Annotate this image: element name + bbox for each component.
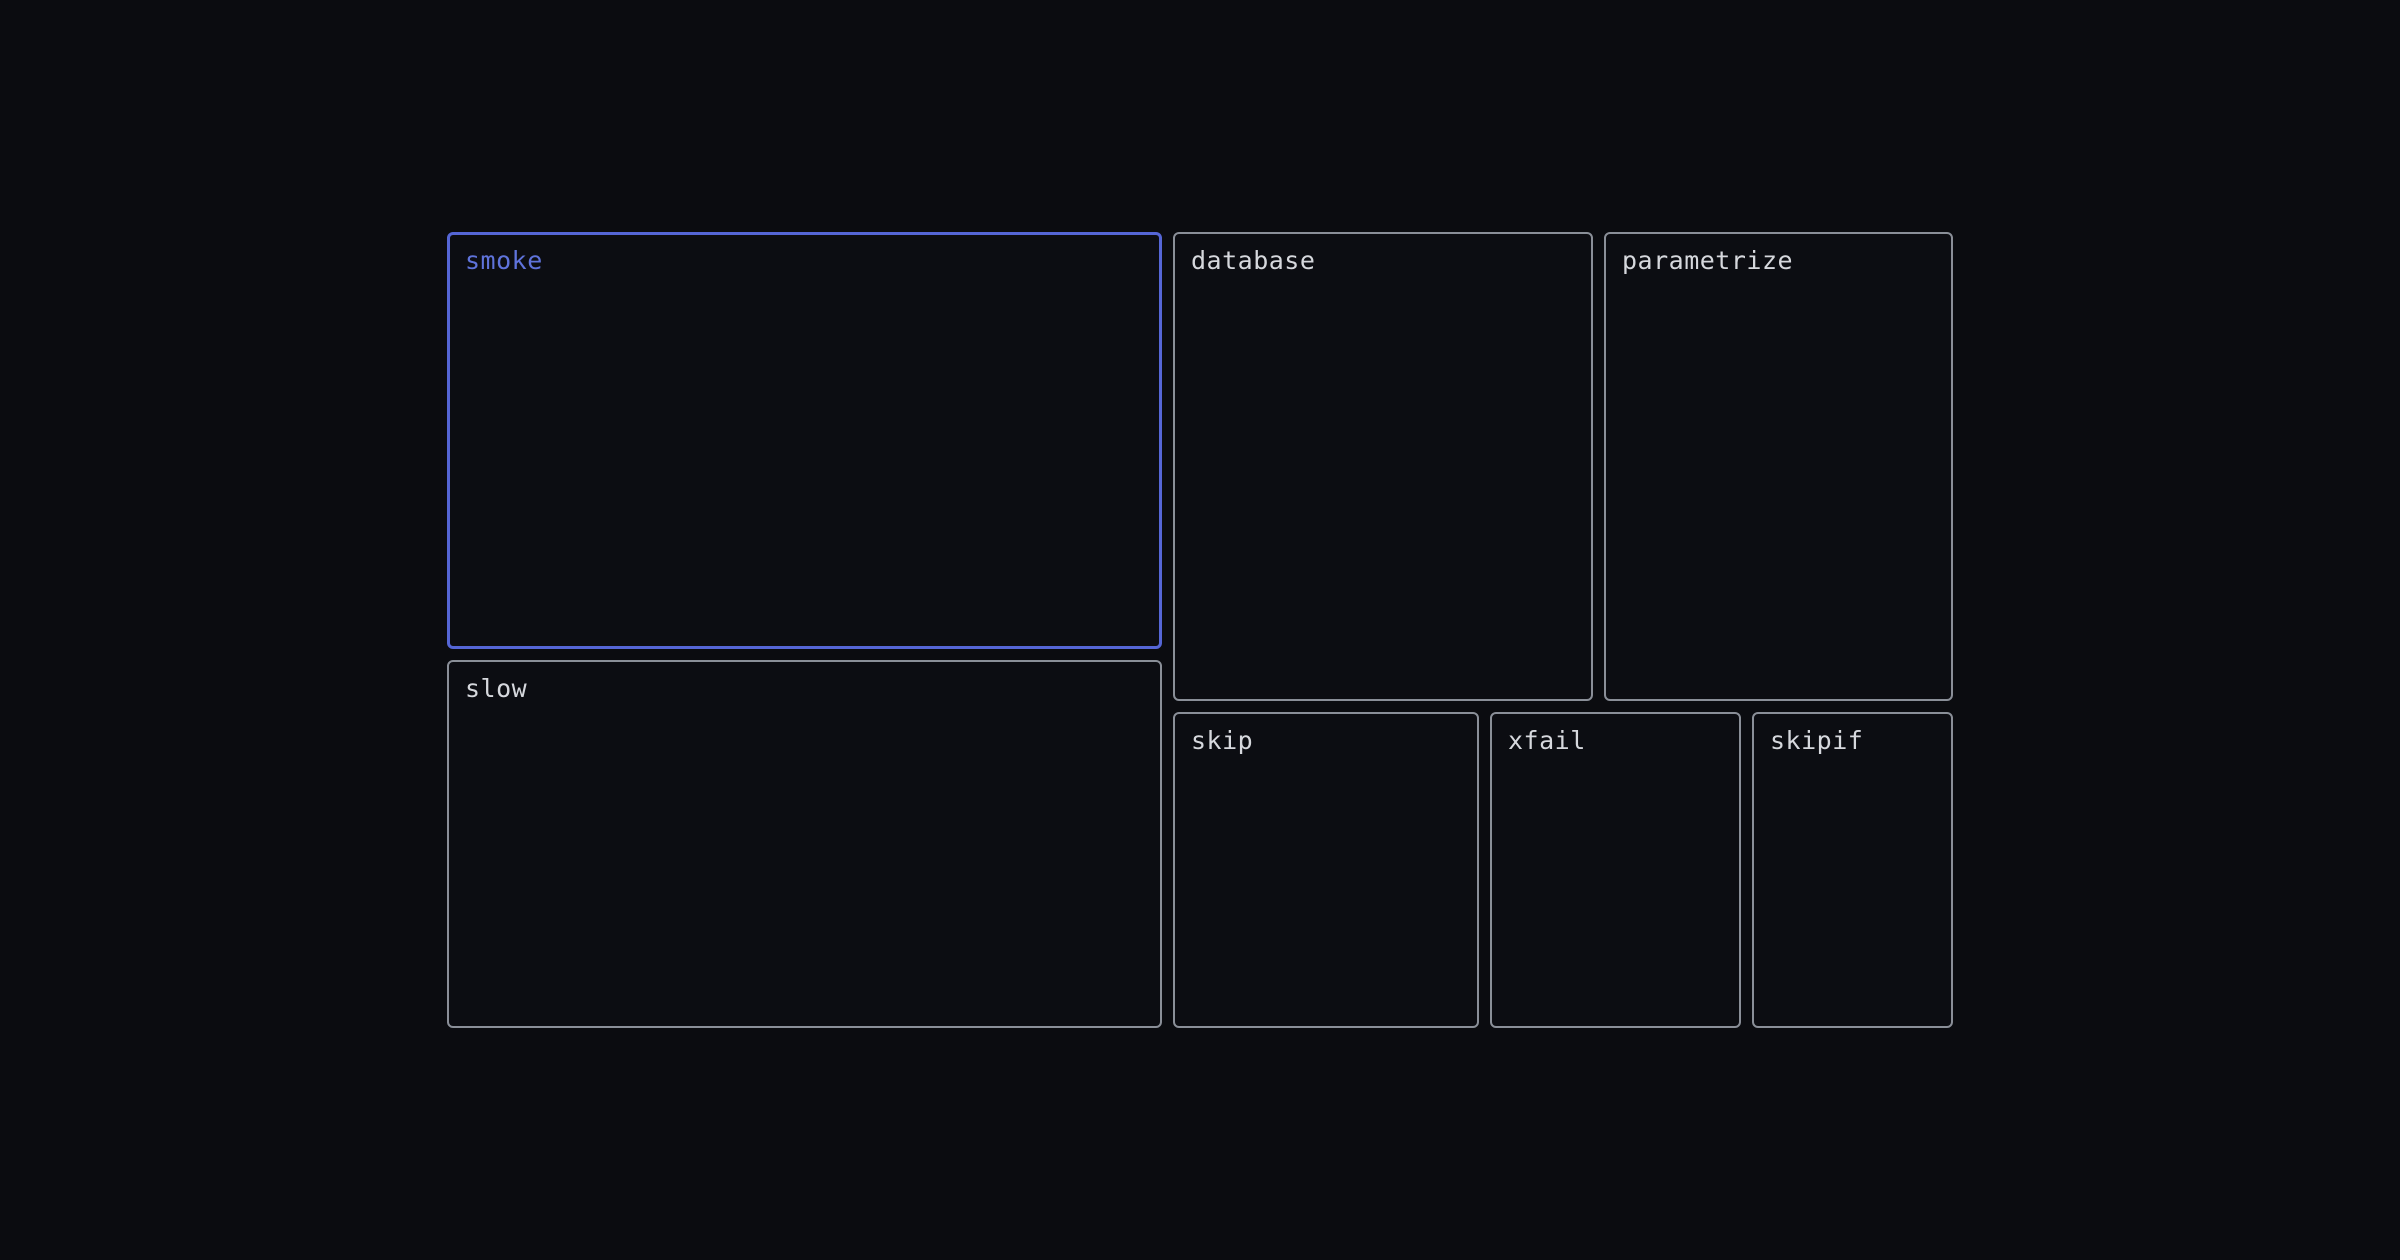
tile-parametrize-label: parametrize bbox=[1622, 246, 1794, 275]
tile-xfail[interactable]: xfail bbox=[1490, 712, 1741, 1028]
tile-slow-label: slow bbox=[465, 674, 528, 703]
tile-xfail-label: xfail bbox=[1508, 726, 1586, 755]
tile-skip[interactable]: skip bbox=[1173, 712, 1479, 1028]
tile-skip-label: skip bbox=[1191, 726, 1254, 755]
tile-skipif[interactable]: skipif bbox=[1752, 712, 1953, 1028]
tile-skipif-label: skipif bbox=[1770, 726, 1864, 755]
tile-slow[interactable]: slow bbox=[447, 660, 1162, 1028]
treemap-canvas: smoke slow database parametrize skip xfa… bbox=[0, 0, 2400, 1260]
tile-database[interactable]: database bbox=[1173, 232, 1593, 701]
tile-parametrize[interactable]: parametrize bbox=[1604, 232, 1953, 701]
tile-smoke-label: smoke bbox=[465, 246, 543, 275]
tile-database-label: database bbox=[1191, 246, 1316, 275]
tile-smoke[interactable]: smoke bbox=[447, 232, 1162, 649]
